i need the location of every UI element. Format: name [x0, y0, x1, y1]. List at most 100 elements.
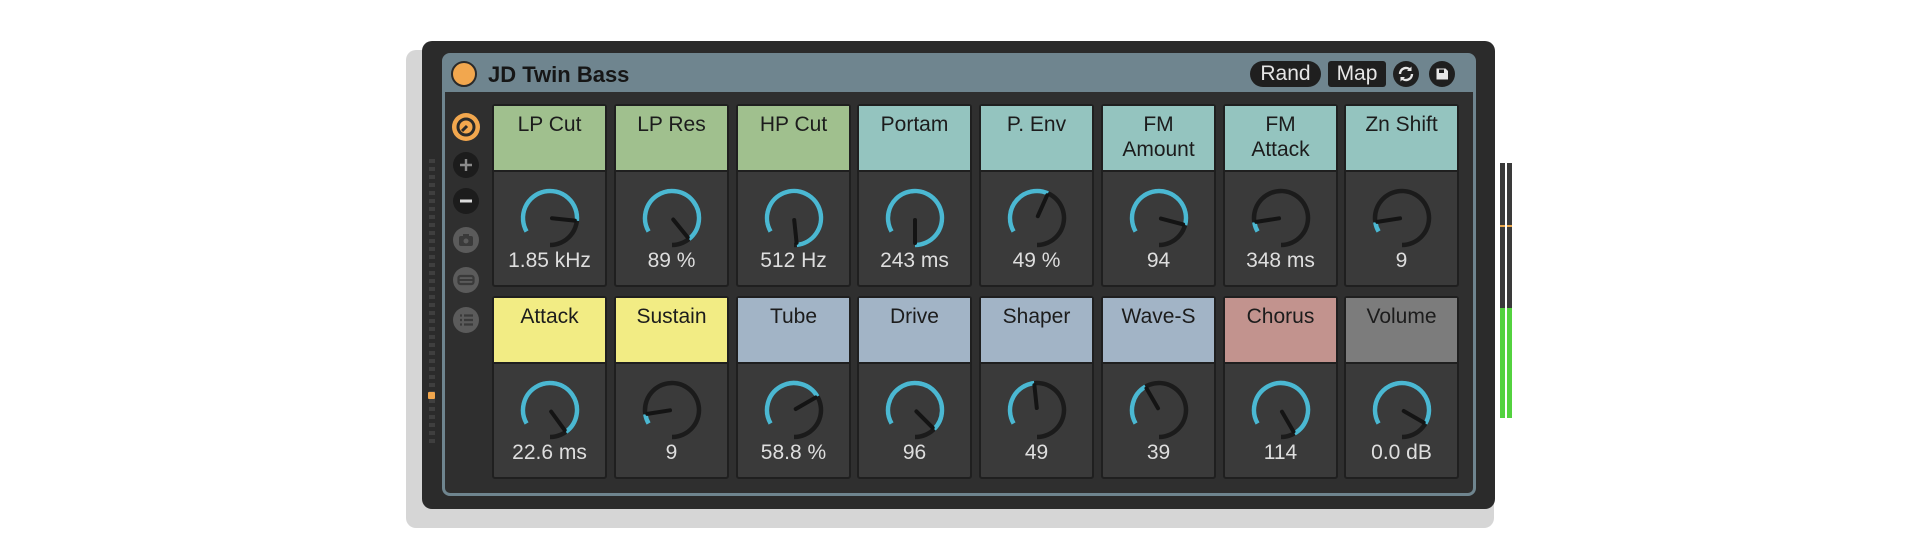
output-meter — [1500, 163, 1512, 418]
device-power-button[interactable] — [451, 61, 477, 87]
macro-value: 1.85 kHz — [508, 249, 591, 272]
macro-knob[interactable] — [1371, 187, 1433, 249]
knob-pointer — [671, 217, 690, 240]
save-icon[interactable] — [1429, 61, 1455, 87]
macro-value: 9 — [1395, 249, 1408, 272]
map-button[interactable]: Map — [1328, 61, 1386, 87]
macro-knob[interactable] — [1128, 379, 1190, 441]
knob-pointer — [1280, 409, 1296, 434]
macro-label[interactable]: Volume — [1346, 298, 1457, 364]
knob-pointer — [1158, 216, 1186, 227]
knob-pointer — [914, 409, 935, 430]
chain-icon[interactable] — [451, 265, 481, 295]
macro-knob-cell[interactable]: P. Env 49 % — [979, 104, 1094, 287]
hot-swap-icon[interactable] — [451, 112, 481, 142]
add-icon[interactable] — [451, 150, 481, 180]
macro-knob-cell[interactable]: Sustain 9 — [614, 296, 729, 479]
macro-label[interactable]: Zn Shift — [1346, 106, 1457, 172]
macro-knob[interactable] — [1128, 187, 1190, 249]
macro-knob[interactable] — [1006, 187, 1068, 249]
macro-knob[interactable] — [1250, 379, 1312, 441]
macro-value: 89 % — [647, 249, 696, 272]
title-bar[interactable]: JD Twin Bass Rand Map — [445, 56, 1473, 92]
macro-knob-cell[interactable]: Tube 58.8 % — [736, 296, 851, 479]
macro-knob-cell[interactable]: FM Amount 94 — [1101, 104, 1216, 287]
knob-value-arc — [520, 188, 580, 233]
macro-value: 0.0 dB — [1371, 441, 1432, 464]
macro-label[interactable]: Drive — [859, 298, 970, 364]
macro-knob-cell[interactable]: LP Res 89 % — [614, 104, 729, 287]
macro-knob-cell[interactable]: Shaper 49 — [979, 296, 1094, 479]
knob-value-arc — [1007, 380, 1035, 425]
knob-value-arc — [1251, 380, 1311, 436]
macro-knob[interactable] — [1006, 379, 1068, 441]
knob-value-arc — [642, 188, 702, 241]
macro-label[interactable]: P. Env — [981, 106, 1092, 172]
list-icon[interactable] — [451, 305, 481, 335]
macro-knob[interactable] — [1250, 187, 1312, 249]
meter-right-level — [1507, 308, 1512, 418]
macro-knob[interactable] — [519, 379, 581, 441]
macro-label[interactable]: Tube — [738, 298, 849, 364]
macro-label[interactable]: FM Amount — [1103, 106, 1214, 172]
knob-pointer — [645, 408, 673, 416]
macro-knob[interactable] — [519, 187, 581, 249]
chain-indicator — [428, 392, 435, 399]
macro-knob-cell[interactable]: Volume 0.0 dB — [1344, 296, 1459, 479]
rand-button[interactable]: Rand — [1250, 61, 1321, 87]
macro-knob-cell[interactable]: Zn Shift 9 — [1344, 104, 1459, 287]
macro-knob[interactable] — [884, 379, 946, 441]
macro-knob-cell[interactable]: HP Cut 512 Hz — [736, 104, 851, 287]
knob-pointer — [549, 409, 567, 433]
macro-knob-cell[interactable]: Attack 22.6 ms — [492, 296, 607, 479]
macro-label[interactable]: Portam — [859, 106, 970, 172]
macro-knob-cell[interactable]: Chorus 114 — [1223, 296, 1338, 479]
rack-panel: JD Twin Bass Rand Map LP Cut 1.85 kHz LP… — [442, 53, 1512, 496]
knob-value-arc — [1372, 380, 1432, 425]
macro-label[interactable]: Chorus — [1225, 298, 1336, 364]
macro-knob[interactable] — [763, 187, 825, 249]
randomize-icon[interactable] — [1393, 61, 1419, 87]
macro-value: 243 ms — [880, 249, 949, 272]
macro-label[interactable]: LP Cut — [494, 106, 605, 172]
macro-knob-cell[interactable]: FM Attack 348 ms — [1223, 104, 1338, 287]
macro-value: 94 — [1146, 249, 1171, 272]
meter-peak-left — [1500, 225, 1505, 227]
macro-knob-cell[interactable]: Drive 96 — [857, 296, 972, 479]
macro-value: 49 — [1024, 441, 1049, 464]
macro-label[interactable]: Sustain — [616, 298, 727, 364]
knob-pointer — [1401, 409, 1426, 425]
macro-label[interactable]: FM Attack — [1225, 106, 1336, 172]
macro-knob[interactable] — [763, 379, 825, 441]
macro-value: 348 ms — [1246, 249, 1315, 272]
macro-value: 114 — [1263, 441, 1298, 464]
macro-knob[interactable] — [1371, 379, 1433, 441]
knob-pointer — [1035, 193, 1050, 219]
macro-knob-cell[interactable]: LP Cut 1.85 kHz — [492, 104, 607, 287]
knob-pointer — [1375, 216, 1403, 224]
meter-right-channel — [1507, 163, 1512, 418]
collapsed-chain-strip[interactable] — [429, 159, 435, 444]
macro-label[interactable]: HP Cut — [738, 106, 849, 172]
macro-knob[interactable] — [641, 379, 703, 441]
macro-label[interactable]: Shaper — [981, 298, 1092, 364]
macro-knob-cell[interactable]: Wave-S 39 — [1101, 296, 1216, 479]
knob-value-arc — [885, 380, 945, 431]
knob-pointer — [793, 395, 818, 411]
knob-value-arc — [1129, 188, 1189, 233]
snapshot-icon[interactable] — [451, 225, 481, 255]
macro-knob[interactable] — [884, 187, 946, 249]
macro-value: 9 — [665, 441, 678, 464]
remove-icon[interactable] — [451, 186, 481, 216]
knob-value-arc — [764, 380, 820, 425]
macro-label[interactable]: LP Res — [616, 106, 727, 172]
macro-knob[interactable] — [641, 187, 703, 249]
macro-knob-cell[interactable]: Portam 243 ms — [857, 104, 972, 287]
macro-label[interactable]: Wave-S — [1103, 298, 1214, 364]
macro-value: 39 — [1146, 441, 1171, 464]
knob-pointer — [1032, 383, 1039, 411]
macro-label[interactable]: Attack — [494, 298, 605, 364]
macro-value: 49 % — [1012, 249, 1061, 272]
knob-pointer — [1254, 216, 1282, 224]
meter-peak-right — [1507, 225, 1512, 227]
